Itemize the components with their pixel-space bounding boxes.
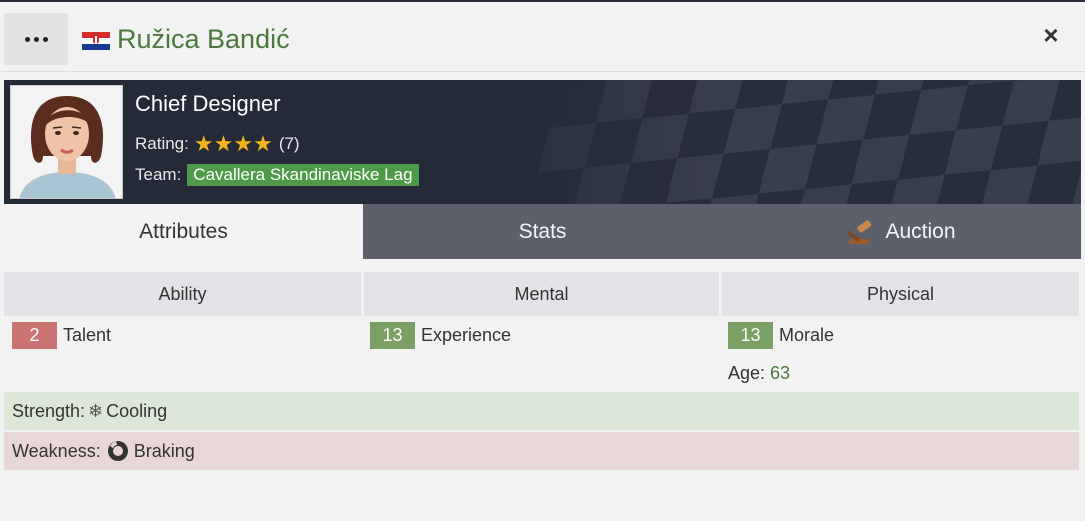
- rating-stars: ★ ★ ★ ★: [193, 131, 273, 156]
- team-label: Team:: [135, 165, 182, 184]
- star-icon: ★: [253, 131, 273, 156]
- more-menu-button[interactable]: [4, 13, 68, 65]
- experience-label: Experience: [421, 325, 512, 345]
- rating-label: Rating:: [135, 134, 189, 153]
- tab-stats[interactable]: Stats: [363, 204, 722, 259]
- snowflake-icon: ❄: [88, 400, 104, 421]
- experience-value: 13: [370, 322, 415, 349]
- strength-label: Strength:: [12, 400, 86, 421]
- tab-label: Auction: [885, 219, 956, 243]
- weakness-row: Weakness: Braking: [4, 432, 1079, 470]
- rating: Rating: ★ ★ ★ ★ (7): [135, 131, 300, 156]
- brake-disc-icon: [107, 441, 128, 461]
- rating-count: (7): [278, 134, 300, 153]
- croatia-flag-icon: [82, 32, 110, 50]
- column-header-physical: Physical: [722, 272, 1079, 316]
- age-label: Age:: [728, 363, 766, 383]
- role-title: Chief Designer: [135, 91, 281, 116]
- star-icon: ★: [233, 131, 254, 156]
- age-value: 63: [770, 363, 791, 383]
- tab-bar: Attributes Stats Auction: [4, 204, 1081, 259]
- team: Team: Cavallera Skandinaviske Lag: [135, 164, 419, 186]
- profile-banner: Chief Designer Rating: ★ ★ ★ ★ (7) Team: Ca…: [4, 80, 1081, 204]
- strength-row: Strength: ❄ Cooling: [4, 392, 1079, 430]
- dot: [33, 36, 39, 42]
- morale-label: Morale: [779, 325, 835, 345]
- morale-value: 13: [728, 322, 773, 349]
- age: Age: 63: [728, 363, 790, 384]
- avatar: [10, 85, 123, 199]
- weakness-label: Weakness:: [12, 440, 101, 461]
- star-icon: ★: [193, 131, 214, 156]
- dot: [24, 36, 30, 42]
- attribute-morale: 13 Morale: [728, 322, 834, 349]
- person-name: Ružica Bandić: [117, 24, 290, 54]
- dot: [42, 36, 48, 42]
- star-icon: ★: [213, 131, 234, 156]
- weakness-value: Braking: [133, 440, 195, 461]
- header-bar: Ružica Bandić ×: [0, 2, 1085, 72]
- column-header-ability: Ability: [4, 272, 361, 316]
- talent-label: Talent: [63, 325, 112, 345]
- talent-value: 2: [12, 322, 57, 349]
- tab-label: Stats: [518, 219, 567, 243]
- column-header-mental: Mental: [364, 272, 719, 316]
- attribute-experience: 13 Experience: [370, 322, 511, 349]
- tab-attributes[interactable]: Attributes: [4, 204, 363, 259]
- strength-value: Cooling: [106, 400, 168, 421]
- gavel-icon: [847, 219, 872, 244]
- tab-label: Attributes: [139, 219, 228, 243]
- tab-auction[interactable]: Auction: [722, 204, 1081, 259]
- attribute-talent: 2 Talent: [12, 322, 111, 349]
- team-link[interactable]: Cavallera Skandinaviske Lag: [187, 164, 419, 186]
- close-button[interactable]: ×: [1036, 20, 1066, 50]
